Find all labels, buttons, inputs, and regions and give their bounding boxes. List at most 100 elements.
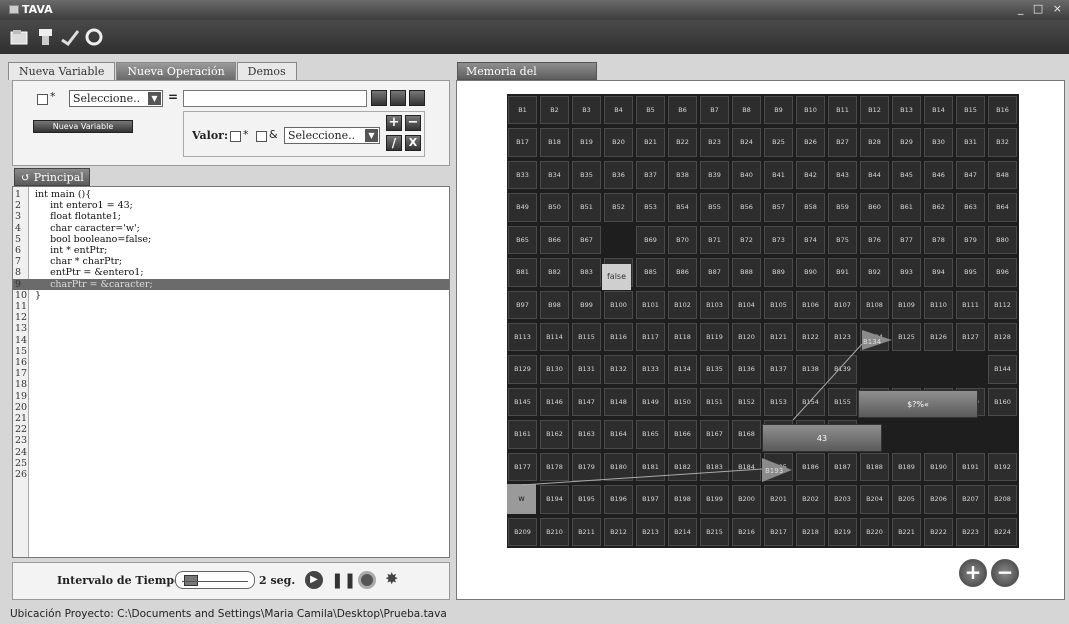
plus-button[interactable]: + bbox=[386, 115, 402, 131]
title-bar: TAVA _ □ × bbox=[0, 0, 1069, 20]
code-line[interactable]: 14 bbox=[13, 335, 449, 346]
line-number: 8 bbox=[15, 267, 22, 279]
zoom-out-button[interactable]: − bbox=[991, 559, 1019, 587]
line-number: 14 bbox=[15, 334, 28, 346]
pointer-arrow-1-label: B134 bbox=[863, 338, 882, 346]
value-box: Valor: * & Seleccione.. ▼ + − / X bbox=[183, 111, 425, 157]
valor-select[interactable]: Seleccione.. ▼ bbox=[284, 127, 380, 144]
code-line[interactable]: 12 bbox=[13, 312, 449, 323]
code-line[interactable]: 9 charPtr = &caracter; bbox=[13, 278, 449, 290]
interval-label: Intervalo de Tiempo: bbox=[57, 574, 186, 587]
tab-principal[interactable]: ↺ Principal bbox=[14, 168, 90, 186]
line-number: 25 bbox=[15, 457, 28, 469]
code-line[interactable]: 20 bbox=[13, 402, 449, 413]
valor-amp: & bbox=[269, 128, 278, 141]
chevron-down-icon: ▼ bbox=[148, 92, 161, 105]
code-line[interactable]: 5 bool booleano=false; bbox=[13, 234, 449, 245]
expression-input[interactable] bbox=[183, 90, 367, 107]
code-line[interactable]: 2 int entero1 = 43; bbox=[13, 200, 449, 211]
line-number: 24 bbox=[15, 446, 28, 458]
tool-icon-2[interactable] bbox=[390, 90, 406, 106]
interval-slider[interactable] bbox=[175, 571, 255, 589]
valor-address-checkbox[interactable] bbox=[256, 131, 267, 142]
window-title: TAVA bbox=[22, 3, 53, 16]
code-line[interactable]: 13 bbox=[13, 323, 449, 334]
code-line[interactable]: 3 float flotante1; bbox=[13, 211, 449, 222]
pause-icon[interactable]: ❚❚ bbox=[331, 571, 356, 589]
window-controls[interactable]: _ □ × bbox=[1018, 2, 1065, 15]
code-text: charPtr = &caracter; bbox=[35, 278, 153, 290]
code-line[interactable]: 26 bbox=[13, 469, 449, 480]
code-line[interactable]: 7 char * charPtr; bbox=[13, 256, 449, 267]
valor-star: * bbox=[243, 128, 249, 141]
new-variable-button[interactable]: Nueva Variable bbox=[33, 120, 133, 133]
code-line[interactable]: 22 bbox=[13, 424, 449, 435]
code-editor[interactable]: 1 int main (){2 int entero1 = 43; 3 float … bbox=[12, 186, 450, 558]
line-number: 6 bbox=[15, 245, 22, 256]
compile-icon[interactable] bbox=[60, 28, 80, 47]
line-number: 15 bbox=[15, 345, 28, 357]
zoom-in-button[interactable]: + bbox=[959, 559, 987, 587]
code-line[interactable]: 25 bbox=[13, 458, 449, 469]
code-text: char * charPtr; bbox=[35, 256, 123, 268]
tab-nueva-variable[interactable]: Nueva Variable bbox=[8, 62, 116, 80]
code-text: bool booleano=false; bbox=[35, 233, 152, 245]
minus-button[interactable]: − bbox=[405, 115, 421, 131]
tab-memoria[interactable]: Memoria del Computador bbox=[457, 62, 597, 96]
line-number: 17 bbox=[15, 368, 28, 380]
code-line[interactable]: 18 bbox=[13, 379, 449, 390]
tool-icon-1[interactable] bbox=[371, 90, 387, 106]
open-icon[interactable] bbox=[10, 28, 30, 46]
code-line[interactable]: 23 bbox=[13, 435, 449, 446]
code-line[interactable]: 24 bbox=[13, 447, 449, 458]
timer-bar: Intervalo de Tiempo: 2 seg. ▶ ❚❚ ✸ bbox=[12, 562, 450, 600]
code-line[interactable]: 6 int * entPtr; bbox=[13, 245, 449, 256]
line-number: 12 bbox=[15, 312, 28, 324]
code-line[interactable]: 1 int main (){ bbox=[13, 189, 449, 200]
tool-icon-3[interactable] bbox=[409, 90, 425, 106]
line-number: 13 bbox=[15, 323, 28, 335]
code-text: entPtr = &entero1; bbox=[35, 267, 144, 279]
operation-panel: * Seleccione.. ▼ = Nueva Variable Valor:… bbox=[12, 80, 450, 166]
play-icon[interactable]: ▶ bbox=[305, 571, 323, 589]
valor-pointer-checkbox[interactable] bbox=[230, 131, 241, 142]
save-icon[interactable] bbox=[36, 28, 56, 46]
project-location: Ubicación Proyecto: C:\Documents and Set… bbox=[10, 608, 447, 620]
pointer-star: * bbox=[50, 90, 56, 103]
line-number: 10 bbox=[15, 289, 28, 301]
code-line[interactable]: 11 bbox=[13, 301, 449, 312]
code-line[interactable]: 21 bbox=[13, 413, 449, 424]
code-line[interactable]: 17 bbox=[13, 368, 449, 379]
line-number: 26 bbox=[15, 469, 28, 480]
tab-demos[interactable]: Demos bbox=[236, 62, 297, 80]
line-number: 4 bbox=[15, 222, 22, 234]
pointer-checkbox[interactable] bbox=[37, 94, 48, 105]
line-number: 1 bbox=[15, 189, 22, 200]
line-number: 16 bbox=[15, 357, 28, 368]
multiply-button[interactable]: X bbox=[405, 135, 421, 151]
line-number: 21 bbox=[15, 413, 28, 424]
help-icon[interactable] bbox=[84, 28, 104, 46]
toolbar bbox=[0, 20, 1069, 54]
line-number: 20 bbox=[15, 401, 28, 413]
line-number: 2 bbox=[15, 200, 22, 212]
code-line[interactable]: 4 char caracter='w'; bbox=[13, 223, 449, 234]
code-text: char caracter='w'; bbox=[35, 222, 140, 234]
code-line[interactable]: 15 bbox=[13, 346, 449, 357]
chevron-down-icon: ▼ bbox=[365, 129, 378, 142]
line-number: 11 bbox=[15, 301, 28, 312]
code-line[interactable]: 19 bbox=[13, 391, 449, 402]
pointer-arrows: B134 B193 bbox=[521, 330, 892, 486]
code-line[interactable]: 16 bbox=[13, 357, 449, 368]
variable-select[interactable]: Seleccione.. ▼ bbox=[69, 90, 163, 107]
stop-icon[interactable] bbox=[358, 571, 376, 589]
refresh-icon: ↺ bbox=[21, 171, 34, 184]
code-line[interactable]: 8 entPtr = &entero1; bbox=[13, 267, 449, 278]
divide-button[interactable]: / bbox=[386, 135, 402, 151]
debug-bug-icon[interactable]: ✸ bbox=[385, 569, 398, 588]
code-text: int entero1 = 43; bbox=[35, 200, 133, 212]
code-line[interactable]: 10} bbox=[13, 290, 449, 301]
line-number: 9 bbox=[15, 278, 22, 290]
line-number: 23 bbox=[15, 435, 28, 447]
tab-nueva-operacion[interactable]: Nueva Operación bbox=[116, 62, 236, 80]
